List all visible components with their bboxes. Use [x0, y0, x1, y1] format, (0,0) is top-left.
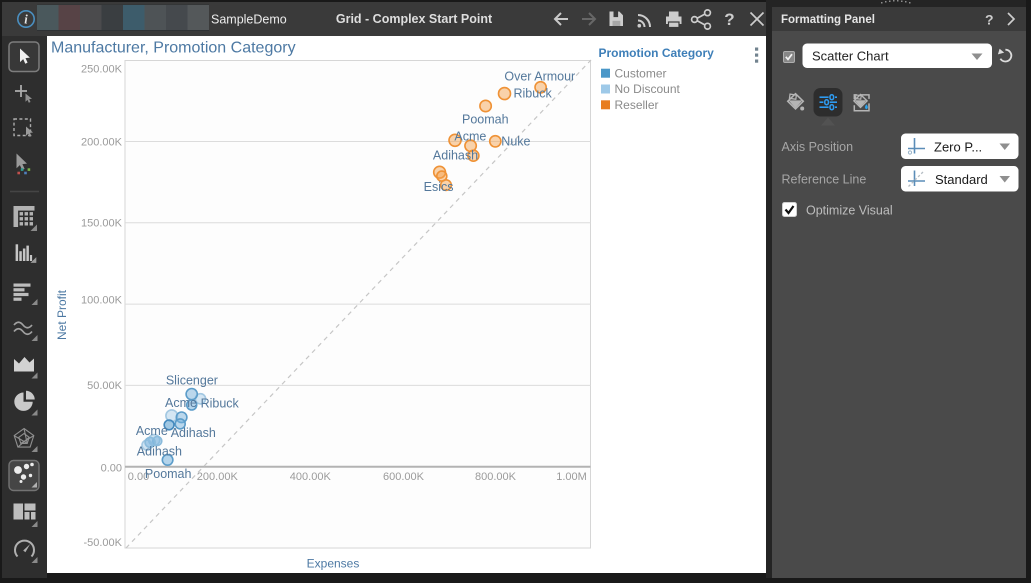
svg-text:200.00K: 200.00K	[81, 136, 123, 148]
svg-text:Poomah: Poomah	[145, 467, 192, 481]
svg-text:Scatter Chart: Scatter Chart	[812, 49, 889, 64]
svg-text:0.00: 0.00	[101, 463, 122, 475]
svg-text:-50.00K: -50.00K	[83, 537, 122, 549]
svg-text:Reference Line: Reference Line	[782, 173, 867, 187]
svg-text:Zero P...: Zero P...	[934, 140, 982, 155]
svg-text:?: ?	[985, 12, 994, 28]
svg-text:Adihash: Adihash	[433, 148, 478, 162]
svg-text:Over Armour: Over Armour	[504, 69, 575, 83]
svg-text:Reseller: Reseller	[615, 98, 659, 112]
svg-text:200.00K: 200.00K	[197, 471, 239, 483]
svg-text:Promotion Category: Promotion Category	[599, 46, 715, 60]
svg-text:Nuke: Nuke	[501, 135, 530, 149]
svg-text:Manufacturer, Promotion Catego: Manufacturer, Promotion Category	[51, 40, 296, 57]
svg-text:Customer: Customer	[615, 66, 667, 80]
svg-text:100.00K: 100.00K	[81, 295, 123, 307]
svg-text:400.00K: 400.00K	[290, 471, 332, 483]
svg-text:Slicenger: Slicenger	[166, 374, 218, 388]
svg-text:Grid - Complex Start Point: Grid - Complex Start Point	[336, 12, 493, 26]
svg-text:Ribuck: Ribuck	[201, 397, 240, 411]
svg-text:Ribuck: Ribuck	[513, 87, 552, 101]
svg-text:Poomah: Poomah	[462, 113, 509, 127]
svg-text:?: ?	[724, 10, 734, 29]
svg-text:No Discount: No Discount	[615, 82, 681, 96]
svg-text:Optimize Visual: Optimize Visual	[806, 204, 893, 218]
svg-text:600.00K: 600.00K	[383, 471, 425, 483]
svg-text:Adihash: Adihash	[171, 426, 216, 440]
svg-text:800.00K: 800.00K	[475, 471, 517, 483]
svg-text:SampleDemo: SampleDemo	[211, 13, 287, 27]
svg-text:Acme: Acme	[454, 129, 486, 143]
svg-text:i: i	[24, 13, 28, 27]
svg-text:Acme: Acme	[165, 396, 197, 410]
svg-text:250.00K: 250.00K	[81, 64, 123, 76]
svg-text:150.00K: 150.00K	[81, 218, 123, 230]
svg-text:Formatting Panel: Formatting Panel	[781, 14, 875, 26]
svg-text:Expenses: Expenses	[307, 557, 360, 571]
svg-text:50.00K: 50.00K	[87, 380, 123, 392]
svg-text:Axis Position: Axis Position	[782, 140, 854, 154]
svg-text:Adihash: Adihash	[137, 444, 182, 458]
svg-text:Net Profit: Net Profit	[55, 289, 69, 340]
svg-text:1.00M: 1.00M	[556, 471, 587, 483]
svg-text:Acme: Acme	[136, 424, 168, 438]
svg-text:Standard: Standard	[935, 172, 988, 187]
svg-text:Esics: Esics	[424, 180, 454, 194]
